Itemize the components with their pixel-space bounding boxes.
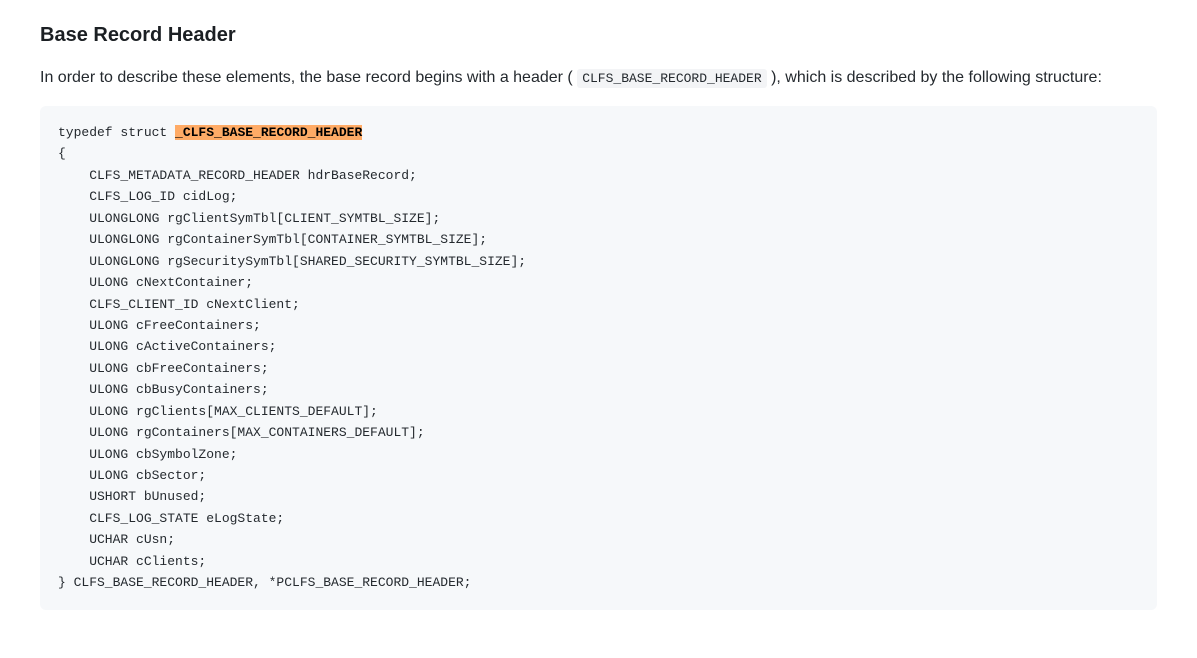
inline-code: CLFS_BASE_RECORD_HEADER bbox=[577, 69, 766, 88]
code-typedef: typedef struct bbox=[58, 125, 175, 140]
code-open-brace: { bbox=[58, 146, 66, 161]
code-members: CLFS_METADATA_RECORD_HEADER hdrBaseRecor… bbox=[58, 168, 526, 569]
code-block: typedef struct _CLFS_BASE_RECORD_HEADER … bbox=[40, 106, 1157, 610]
intro-paragraph: In order to describe these elements, the… bbox=[40, 66, 1157, 90]
section-heading: Base Record Header bbox=[40, 20, 1157, 50]
intro-before: In order to describe these elements, the… bbox=[40, 69, 577, 86]
code-highlighted-name: _CLFS_BASE_RECORD_HEADER bbox=[175, 125, 362, 140]
intro-after: ), which is described by the following s… bbox=[767, 69, 1102, 86]
code-close-line: } CLFS_BASE_RECORD_HEADER, *PCLFS_BASE_R… bbox=[58, 575, 471, 590]
